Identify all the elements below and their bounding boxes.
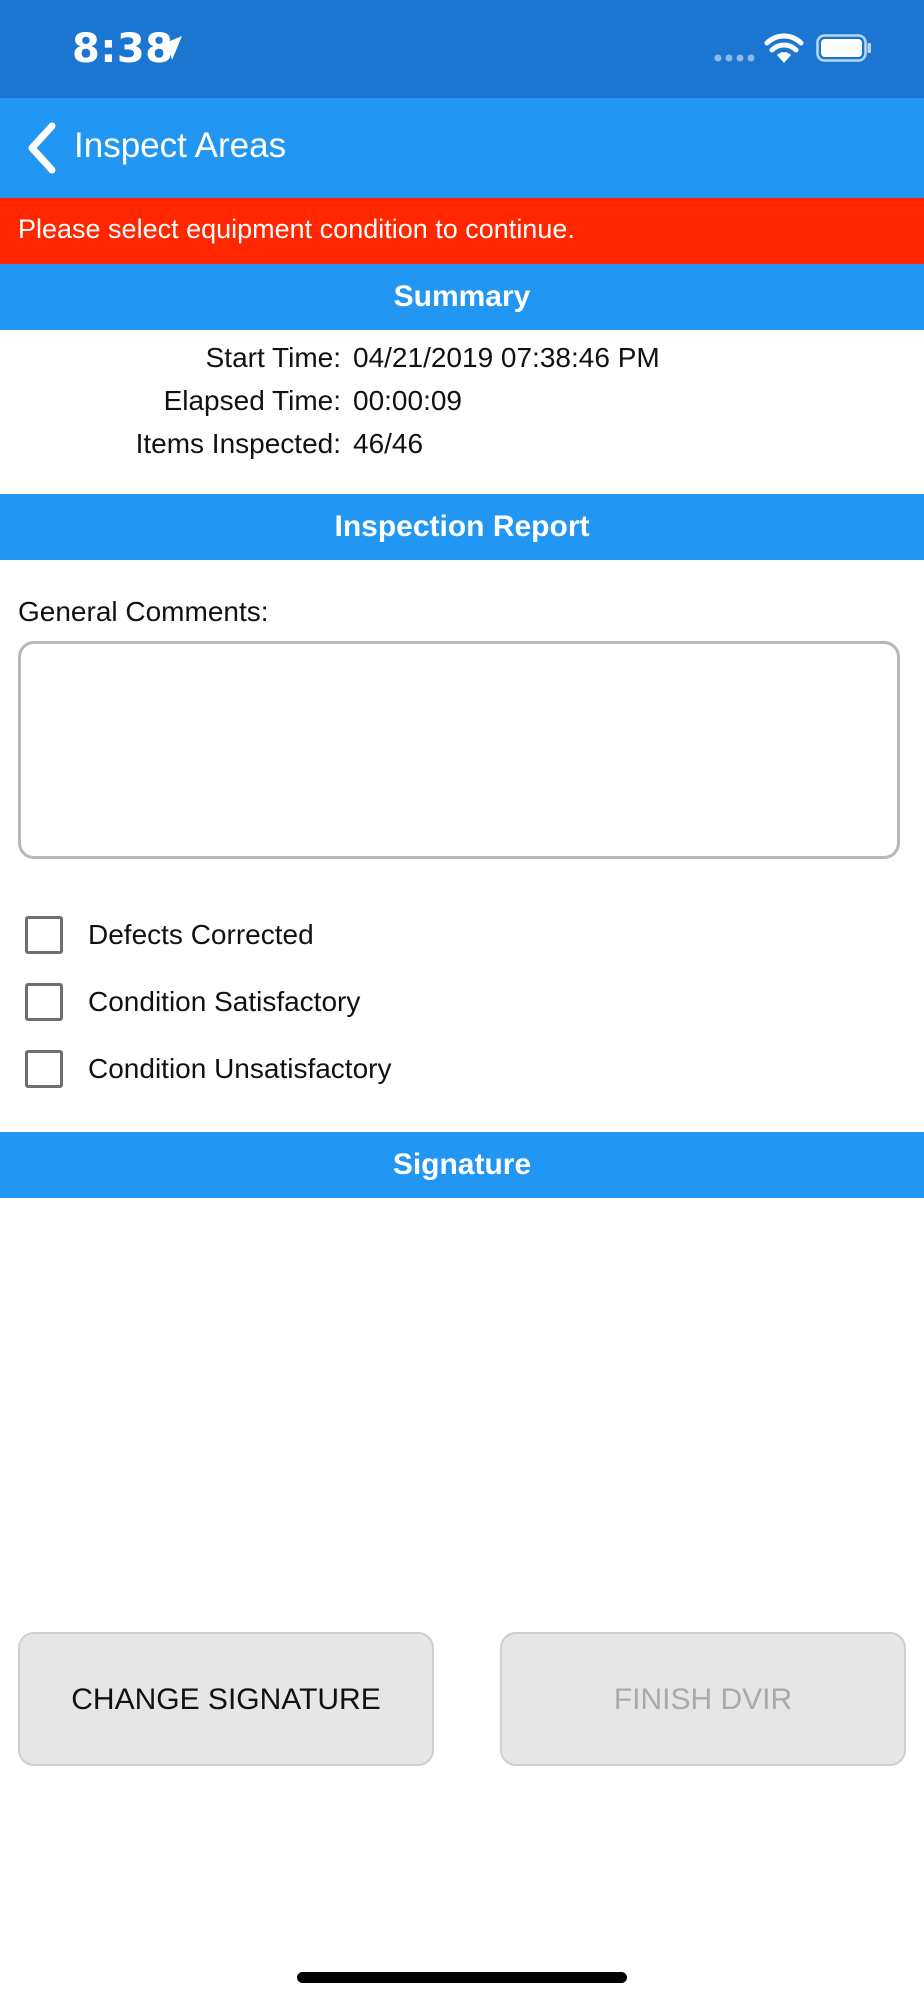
summary-label: Elapsed Time: [163, 385, 341, 416]
condition-satisfactory-checkbox-row[interactable]: Condition Satisfactory [0, 972, 924, 1032]
inspection-report-header: Inspection Report [0, 494, 924, 560]
checkbox-label: Defects Corrected [88, 919, 314, 950]
summary-value: 46/46 [353, 428, 424, 459]
checkbox-label: Condition Unsatisfactory [88, 1053, 392, 1084]
condition-unsatisfactory-checkbox[interactable] [25, 1050, 63, 1088]
summary-row-elapsed-time: Elapsed Time: 00:00:09 [0, 381, 924, 421]
signature-header: Signature [0, 1132, 924, 1198]
summary-row-start-time: Start Time: 04/21/2019 07:38:46 PM [0, 338, 924, 378]
change-signature-button[interactable]: CHANGE SIGNATURE [18, 1632, 434, 1766]
defects-corrected-checkbox[interactable] [25, 916, 63, 954]
signature-pad[interactable] [0, 1198, 924, 1618]
general-comments-input[interactable] [18, 641, 900, 859]
signal-dots-icon [714, 54, 755, 62]
nav-bar: Inspect Areas [0, 98, 924, 198]
error-message: Please select equipment condition to con… [18, 214, 575, 244]
summary-value: 00:00:09 [353, 385, 462, 416]
location-arrow-icon [158, 36, 182, 60]
general-comments-label: General Comments: [18, 596, 269, 627]
chevron-left-icon[interactable] [24, 122, 58, 174]
status-bar: 8:38 [0, 0, 924, 98]
summary-label: Start Time: [205, 342, 341, 373]
checkbox-label: Condition Satisfactory [88, 986, 361, 1017]
summary-header: Summary [0, 264, 924, 330]
error-banner: Please select equipment condition to con… [0, 198, 924, 264]
battery-icon [816, 34, 871, 62]
condition-satisfactory-checkbox[interactable] [25, 983, 63, 1021]
back-button-label[interactable]: Inspect Areas [74, 124, 286, 168]
wifi-icon [764, 33, 804, 63]
finish-dvir-button[interactable]: FINISH DVIR [500, 1632, 906, 1766]
summary-value: 04/21/2019 07:38:46 PM [353, 342, 660, 373]
home-indicator [297, 1972, 627, 1983]
summary-label: Items Inspected: [135, 428, 341, 459]
defects-corrected-checkbox-row[interactable]: Defects Corrected [0, 905, 924, 965]
condition-unsatisfactory-checkbox-row[interactable]: Condition Unsatisfactory [0, 1039, 924, 1099]
summary-row-items-inspected: Items Inspected: 46/46 [0, 424, 924, 464]
